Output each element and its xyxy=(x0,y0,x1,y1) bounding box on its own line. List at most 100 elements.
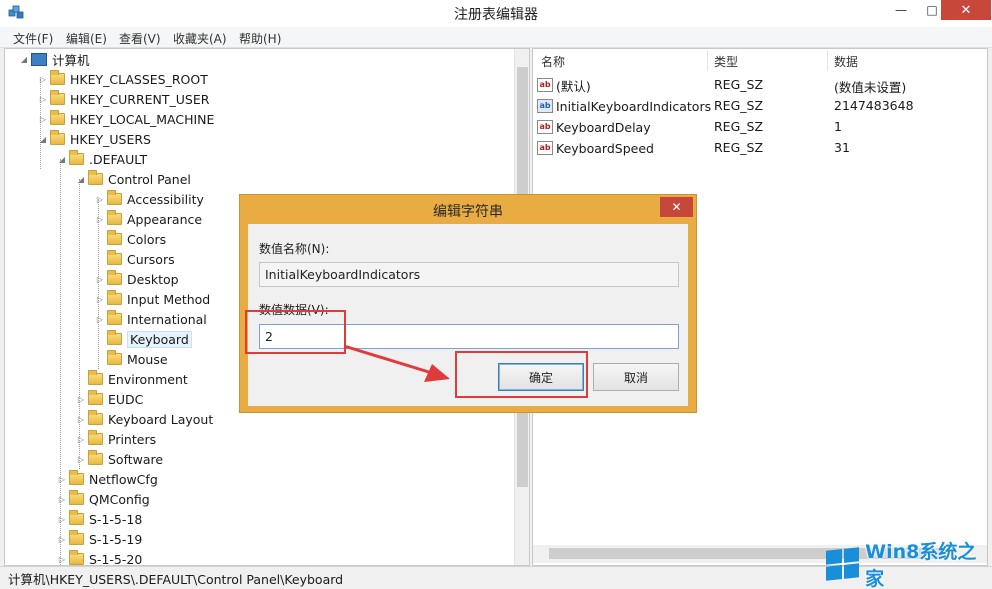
folder-icon xyxy=(107,230,122,245)
folder-icon xyxy=(107,190,122,205)
folder-icon xyxy=(107,270,122,285)
expand-arrow-icon[interactable]: ▷ xyxy=(93,215,107,224)
tree-item-mouse[interactable]: Mouse xyxy=(93,349,168,369)
column-header-type[interactable]: 类型 xyxy=(714,53,738,70)
string-value-icon: ab xyxy=(537,78,553,92)
tree-item-appearance[interactable]: ▷ Appearance xyxy=(93,209,202,229)
value-name-label: 数值名称(N): xyxy=(259,242,330,256)
string-value-icon: ab xyxy=(537,99,553,113)
expand-arrow-icon[interactable]: ▷ xyxy=(55,515,69,524)
computer-icon xyxy=(31,52,47,66)
highlight-box-data xyxy=(245,310,346,354)
expand-arrow-icon[interactable]: ▷ xyxy=(55,495,69,504)
cancel-button[interactable]: 取消 xyxy=(593,363,679,391)
folder-icon xyxy=(88,430,103,445)
expand-arrow-icon[interactable]: ▷ xyxy=(36,95,50,104)
expand-arrow-icon[interactable]: ▷ xyxy=(55,475,69,484)
column-header-name[interactable]: 名称 xyxy=(541,53,565,70)
collapse-arrow-icon[interactable]: ◢ xyxy=(36,135,50,144)
tree-item-environment[interactable]: Environment xyxy=(74,369,188,389)
tree-item-hku[interactable]: ◢ HKEY_USERS xyxy=(36,129,151,149)
list-row[interactable]: ab KeyboardDelay xyxy=(537,117,651,137)
value-type: REG_SZ xyxy=(714,77,764,92)
expand-arrow-icon[interactable]: ▷ xyxy=(93,195,107,204)
dialog-close-button[interactable]: ✕ xyxy=(660,197,693,217)
tree-item-printers[interactable]: ▷ Printers xyxy=(74,429,156,449)
tree-item-eudc[interactable]: ▷ EUDC xyxy=(74,389,143,409)
expand-arrow-icon[interactable]: ▷ xyxy=(93,295,107,304)
tree-item-input-method[interactable]: ▷ Input Method xyxy=(93,289,210,309)
expand-arrow-icon[interactable]: ▷ xyxy=(55,555,69,564)
expand-arrow-icon[interactable]: ▷ xyxy=(55,535,69,544)
tree-item-keyboard[interactable]: Keyboard xyxy=(93,329,192,349)
folder-icon xyxy=(50,110,65,125)
menu-favorites[interactable]: 收藏夹(A) xyxy=(173,30,227,47)
highlight-box-ok xyxy=(455,351,588,398)
menu-edit[interactable]: 编辑(E) xyxy=(66,30,107,47)
folder-icon xyxy=(88,410,103,425)
folder-icon xyxy=(69,150,84,165)
tree-item-hklm[interactable]: ▷ HKEY_LOCAL_MACHINE xyxy=(36,109,214,129)
collapse-arrow-icon[interactable]: ◢ xyxy=(55,155,69,164)
folder-icon xyxy=(107,210,122,225)
menu-help[interactable]: 帮助(H) xyxy=(239,30,281,47)
value-type: REG_SZ xyxy=(714,119,764,134)
tree-item-international[interactable]: ▷ International xyxy=(93,309,207,329)
tree-item-desktop[interactable]: ▷ Desktop xyxy=(93,269,179,289)
value-type: REG_SZ xyxy=(714,140,764,155)
value-type: REG_SZ xyxy=(714,98,764,113)
maximize-button[interactable]: □ xyxy=(923,0,941,20)
tree-item-cursors[interactable]: Cursors xyxy=(93,249,175,269)
tree-item-qmconfig[interactable]: ▷ QMConfig xyxy=(55,489,150,509)
folder-icon xyxy=(69,470,84,485)
tree-item-netflowcfg[interactable]: ▷ NetflowCfg xyxy=(55,469,158,489)
menu-file[interactable]: 文件(F) xyxy=(13,30,53,47)
tree-item-computer[interactable]: ◢ 计算机 xyxy=(17,49,90,69)
minimize-button[interactable]: — xyxy=(879,0,923,20)
expand-arrow-icon[interactable]: ▷ xyxy=(74,415,88,424)
expand-arrow-icon[interactable]: ▷ xyxy=(93,315,107,324)
folder-icon xyxy=(69,510,84,525)
tree-item-colors[interactable]: Colors xyxy=(93,229,166,249)
folder-icon xyxy=(50,130,65,145)
collapse-arrow-icon[interactable]: ◢ xyxy=(74,175,88,184)
tree-item-s-1-5-20[interactable]: ▷ S-1-5-20 xyxy=(55,549,142,565)
folder-icon xyxy=(107,290,122,305)
tree-item-hkcu[interactable]: ▷ HKEY_CURRENT_USER xyxy=(36,89,209,109)
tree-item-software[interactable]: ▷ Software xyxy=(74,449,163,469)
folder-icon xyxy=(69,550,84,565)
expand-arrow-icon[interactable]: ▷ xyxy=(36,115,50,124)
list-row[interactable]: ab (默认) xyxy=(537,75,591,95)
tree-item-keyboard-layout[interactable]: ▷ Keyboard Layout xyxy=(74,409,213,429)
expand-arrow-icon[interactable]: ▷ xyxy=(74,395,88,404)
value-data: 2147483648 xyxy=(834,98,914,113)
close-window-button[interactable]: ✕ xyxy=(941,0,991,20)
folder-icon xyxy=(50,90,65,105)
expand-arrow-icon[interactable]: ▷ xyxy=(74,455,88,464)
expand-arrow-icon[interactable]: ▷ xyxy=(74,435,88,444)
folder-icon xyxy=(107,330,122,345)
tree-item-accessibility[interactable]: ▷ Accessibility xyxy=(93,189,204,209)
value-data: 31 xyxy=(834,140,850,155)
tree-item-control-panel[interactable]: ◢ Control Panel xyxy=(74,169,191,189)
windows-logo-icon xyxy=(826,547,860,581)
window-title: 注册表编辑器 xyxy=(454,7,538,23)
title-bar: 注册表编辑器 — □ ✕ xyxy=(0,0,992,27)
menu-bar: 文件(F) 编辑(E) 查看(V) 收藏夹(A) 帮助(H) xyxy=(0,27,992,48)
folder-icon xyxy=(107,310,122,325)
tree-item-default[interactable]: ◢ .DEFAULT xyxy=(55,149,147,169)
expand-arrow-icon[interactable]: ▷ xyxy=(36,75,50,84)
dialog-title: 编辑字符串 xyxy=(433,204,503,220)
collapse-arrow-icon[interactable]: ◢ xyxy=(17,55,31,64)
folder-icon xyxy=(88,170,103,185)
expand-arrow-icon[interactable]: ▷ xyxy=(93,275,107,284)
tree-item-s-1-5-18[interactable]: ▷ S-1-5-18 xyxy=(55,509,142,529)
menu-view[interactable]: 查看(V) xyxy=(119,30,161,47)
folder-icon xyxy=(50,70,65,85)
list-row[interactable]: ab InitialKeyboardIndicators xyxy=(537,96,711,116)
list-row[interactable]: ab KeyboardSpeed xyxy=(537,138,654,158)
tree-item-s-1-5-19[interactable]: ▷ S-1-5-19 xyxy=(55,529,142,549)
tree-item-hkcr[interactable]: ▷ HKEY_CLASSES_ROOT xyxy=(36,69,208,89)
folder-icon xyxy=(88,450,103,465)
column-header-data[interactable]: 数据 xyxy=(834,53,858,70)
